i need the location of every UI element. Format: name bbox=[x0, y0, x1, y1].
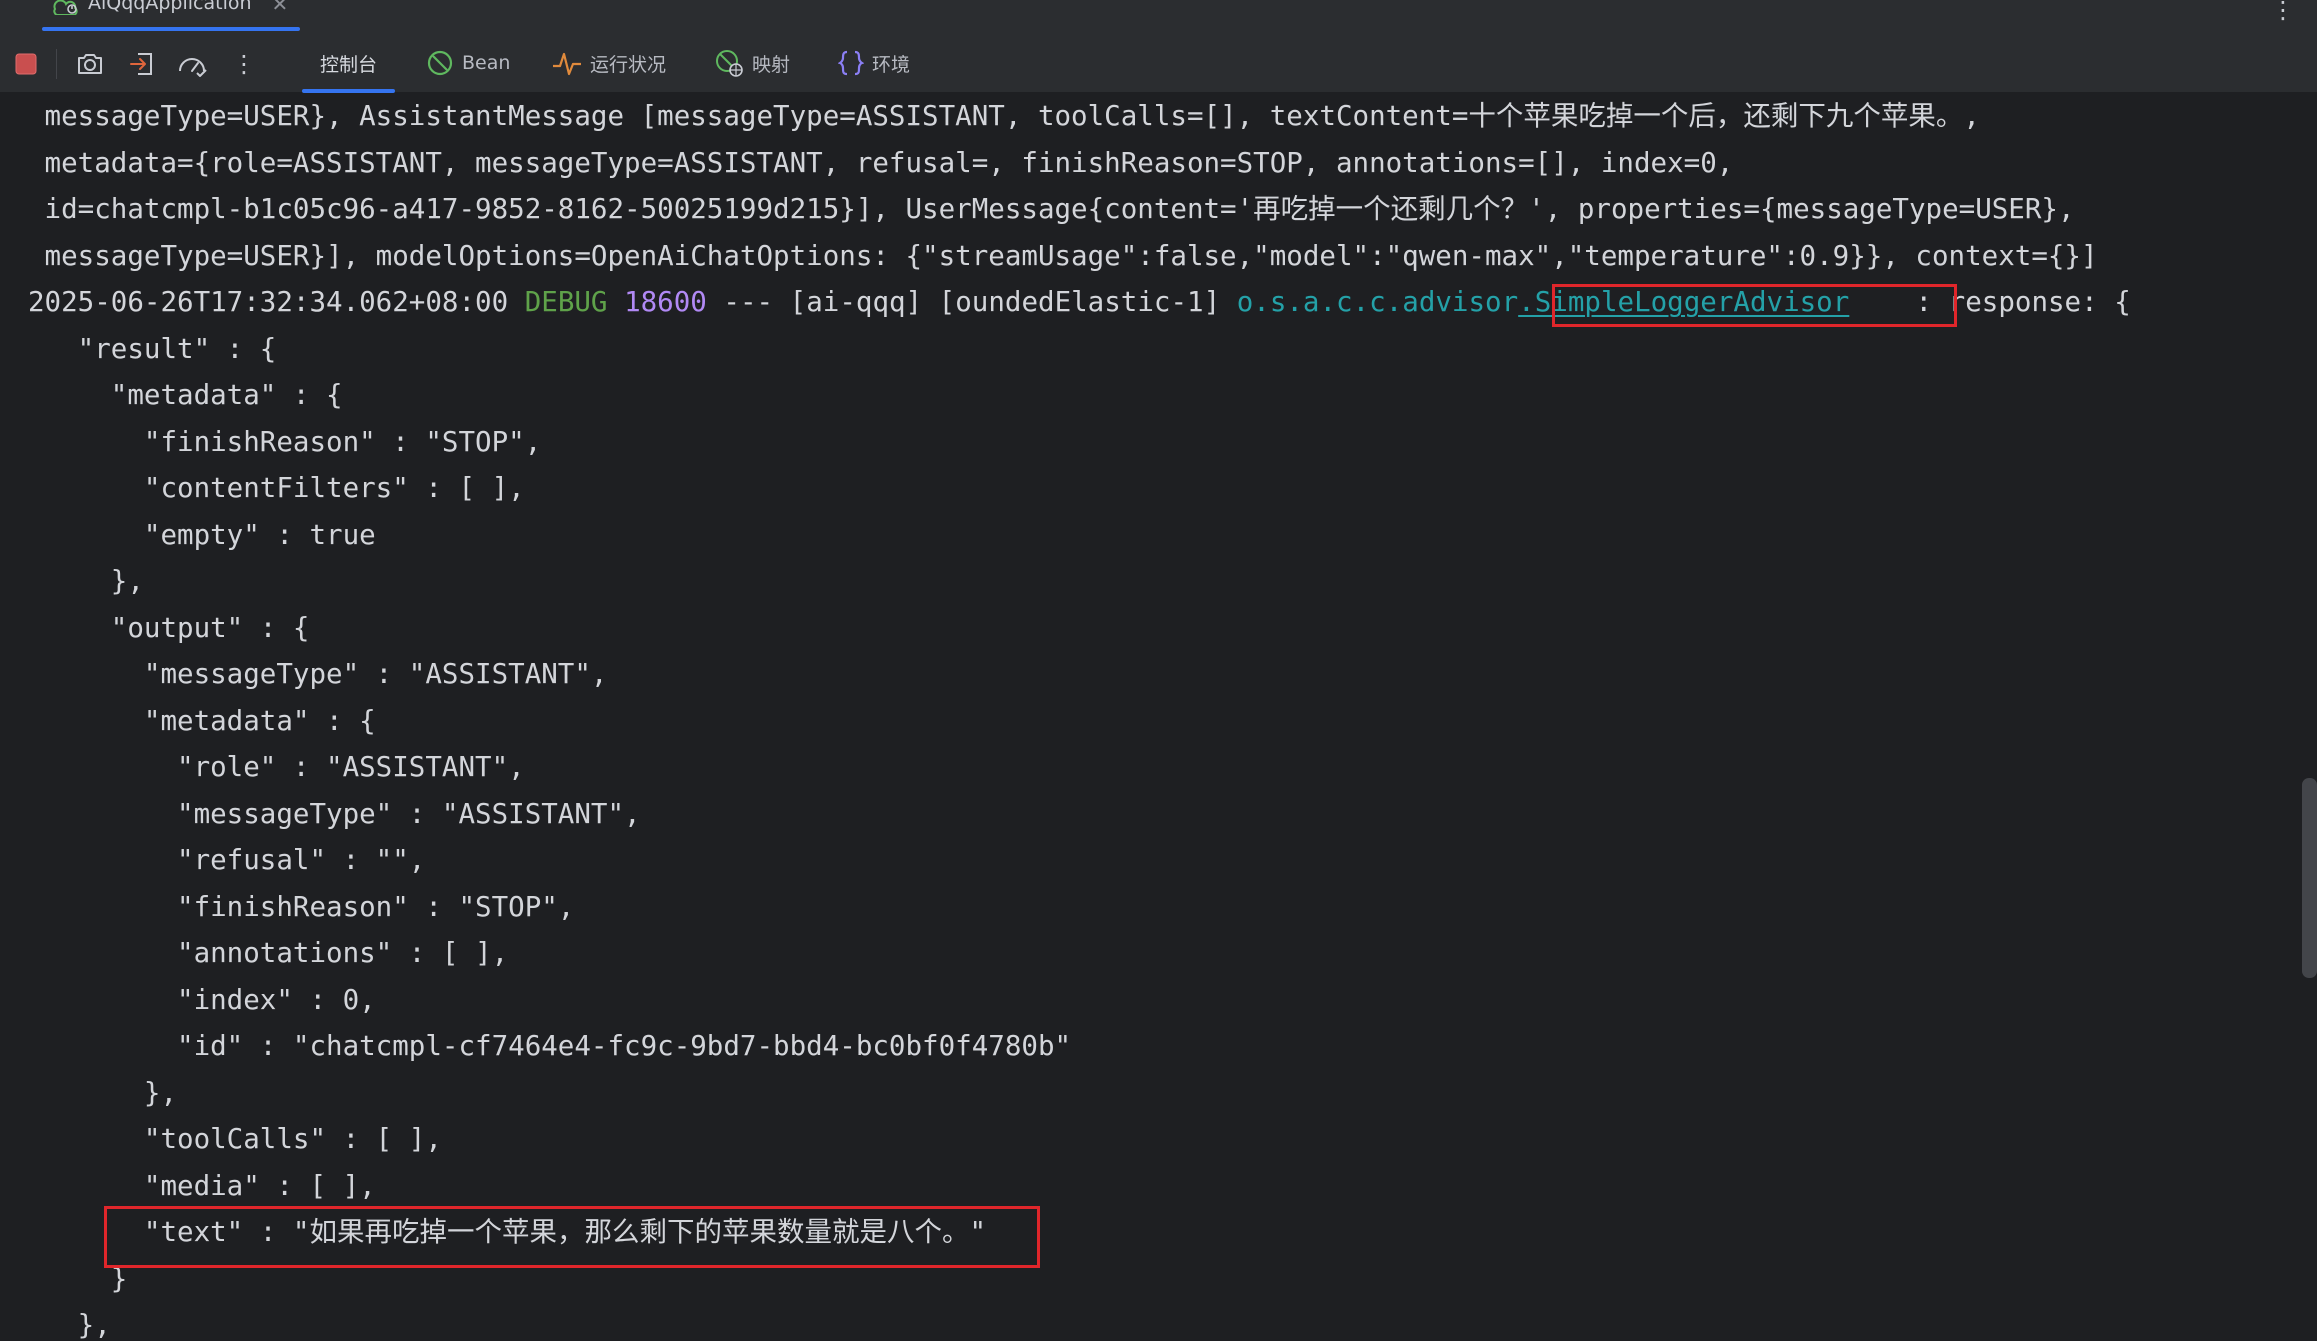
json-line: "role" : "ASSISTANT", bbox=[28, 751, 525, 783]
globe-icon bbox=[716, 50, 743, 77]
log-separator: --- bbox=[723, 286, 774, 318]
stop-button[interactable] bbox=[10, 48, 42, 80]
tab-bean[interactable]: Bean bbox=[408, 33, 528, 93]
json-line: }, bbox=[28, 1309, 111, 1341]
camera-icon bbox=[78, 54, 102, 74]
pulse-icon bbox=[553, 52, 581, 76]
speedometer-icon bbox=[179, 58, 207, 77]
json-line: }, bbox=[28, 1076, 178, 1109]
highlight-box-text bbox=[104, 1206, 1040, 1268]
toolbar-separator bbox=[56, 49, 57, 79]
tab-mappings-label: 映射 bbox=[752, 53, 791, 76]
tab-health[interactable]: 运行状况 bbox=[534, 33, 684, 93]
json-line: "metadata" : { bbox=[28, 704, 376, 737]
json-line: }, bbox=[28, 565, 144, 597]
json-line: "result" : { bbox=[28, 332, 277, 365]
run-tab[interactable]: AiQqqApplication ✕ bbox=[42, 0, 301, 33]
log-app: [ai-qqq] bbox=[789, 286, 923, 318]
json-line: "refusal" : "", bbox=[28, 844, 426, 876]
tab-bean-label: Bean bbox=[462, 52, 511, 74]
json-line: "empty" : true bbox=[28, 518, 376, 551]
json-line: "output" : { bbox=[28, 611, 310, 644]
tab-environment-label: 环境 bbox=[872, 53, 911, 76]
stop-icon bbox=[15, 53, 37, 75]
console-toolbar: ⋮ 控制台 Bean 运行状况 映射 环境 bbox=[0, 33, 2317, 93]
log-logger-package: o.s.a.c.c.advisor bbox=[1236, 286, 1519, 318]
exit-icon bbox=[130, 53, 152, 75]
console-output[interactable]: messageType=USER}, AssistantMessage [mes… bbox=[0, 93, 2317, 1341]
vertical-scrollbar[interactable] bbox=[2302, 778, 2317, 978]
spring-app-icon bbox=[53, 0, 78, 15]
braces-icon bbox=[838, 50, 864, 76]
json-line: "messageType" : "ASSISTANT", bbox=[28, 797, 641, 830]
tab-console[interactable]: 控制台 bbox=[302, 33, 396, 93]
tab-health-label: 运行状况 bbox=[590, 53, 667, 76]
tab-environment[interactable]: 环境 bbox=[820, 33, 928, 93]
screenshot-button[interactable] bbox=[74, 48, 106, 80]
console-line: messageType=USER}, AssistantMessage [mes… bbox=[28, 100, 1980, 132]
close-icon[interactable]: ✕ bbox=[272, 0, 289, 14]
console-line: messageType=USER}], modelOptions=OpenAiC… bbox=[28, 239, 2098, 272]
json-line: "metadata" : { bbox=[28, 379, 343, 411]
console-line: metadata={role=ASSISTANT, messageType=AS… bbox=[28, 146, 1734, 179]
log-timestamp: 2025-06-26T17:32:34.062+08:00 bbox=[28, 286, 509, 318]
dashboard-button[interactable] bbox=[176, 48, 208, 80]
json-line: "finishReason" : "STOP", bbox=[28, 425, 542, 458]
active-tab-indicator bbox=[42, 27, 301, 31]
log-level: DEBUG bbox=[524, 286, 608, 318]
run-tab-strip: AiQqqApplication ✕ ⋮ bbox=[0, 0, 2317, 33]
json-line: "index" : 0, bbox=[28, 983, 376, 1016]
json-line: "id" : "chatcmpl-cf7464e4-fc9c-9bd7-bbd4… bbox=[28, 1030, 1072, 1062]
tab-mappings[interactable]: 映射 bbox=[696, 33, 808, 93]
json-line: "annotations" : [ ], bbox=[28, 937, 509, 969]
json-line: "toolCalls" : [ ], bbox=[28, 1123, 442, 1155]
bean-icon bbox=[427, 50, 453, 76]
log-thread: [oundedElastic-1] bbox=[938, 286, 1221, 318]
options-kebab-icon[interactable]: ⋮ bbox=[2271, 0, 2295, 24]
log-pid: 18600 bbox=[624, 286, 707, 318]
tab-console-label: 控制台 bbox=[320, 53, 378, 76]
exit-button[interactable] bbox=[126, 48, 158, 80]
json-line: "messageType" : "ASSISTANT", bbox=[28, 658, 608, 690]
json-line: "media" : [ ], bbox=[28, 1169, 376, 1202]
highlight-box-logger bbox=[1552, 284, 1957, 327]
json-line: "contentFilters" : [ ], bbox=[28, 472, 525, 504]
console-line: id=chatcmpl-b1c05c96-a417-9852-8162-5002… bbox=[28, 193, 2075, 225]
json-line: "finishReason" : "STOP", bbox=[28, 890, 575, 923]
more-kebab-icon[interactable]: ⋮ bbox=[228, 48, 260, 80]
run-tab-title: AiQqqApplication bbox=[88, 0, 252, 14]
